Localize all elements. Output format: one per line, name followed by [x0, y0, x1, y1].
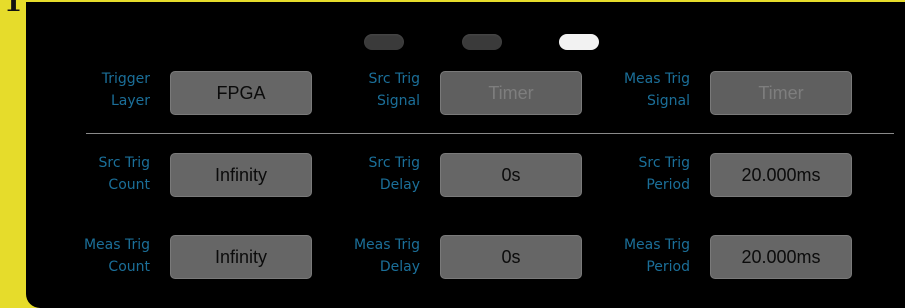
trigger-settings-panel: Trigger Layer FPGA Src Trig Signal Timer M… — [26, 2, 905, 308]
src-trig-signal-label: Src Trig Signal — [368, 71, 420, 109]
meas-trig-signal-field: Timer — [710, 71, 852, 115]
indicator-led-1 — [364, 34, 404, 50]
meas-trig-delay-label: Meas Trig Delay — [353, 237, 420, 275]
instrument-frame: 1 Trigger Layer FPGA Src Trig Signal Timer… — [0, 0, 905, 308]
src-trig-count-label: Src Trig Count — [98, 155, 150, 193]
meas-trig-count-label: Meas Trig Count — [83, 237, 150, 275]
channel-number: 1 — [4, 0, 23, 18]
trigger-layer-label: Trigger Layer — [101, 71, 150, 109]
src-trig-signal-field: Timer — [440, 71, 582, 115]
src-trig-count-field[interactable]: Infinity — [170, 153, 312, 197]
meas-trig-count-field[interactable]: Infinity — [170, 235, 312, 279]
src-trig-delay-label: Src Trig Delay — [368, 155, 420, 193]
src-trig-delay-field[interactable]: 0s — [440, 153, 582, 197]
meas-trig-period-field[interactable]: 20.000ms — [710, 235, 852, 279]
indicator-led-2 — [462, 34, 502, 50]
indicator-led-3 — [559, 34, 599, 50]
trigger-layer-field[interactable]: FPGA — [170, 71, 312, 115]
meas-trig-period-label: Meas Trig Period — [623, 237, 690, 275]
src-trig-period-label: Src Trig Period — [638, 155, 690, 193]
meas-trig-signal-label: Meas Trig Signal — [623, 71, 690, 109]
section-divider — [86, 133, 894, 134]
src-trig-period-field[interactable]: 20.000ms — [710, 153, 852, 197]
meas-trig-delay-field[interactable]: 0s — [440, 235, 582, 279]
